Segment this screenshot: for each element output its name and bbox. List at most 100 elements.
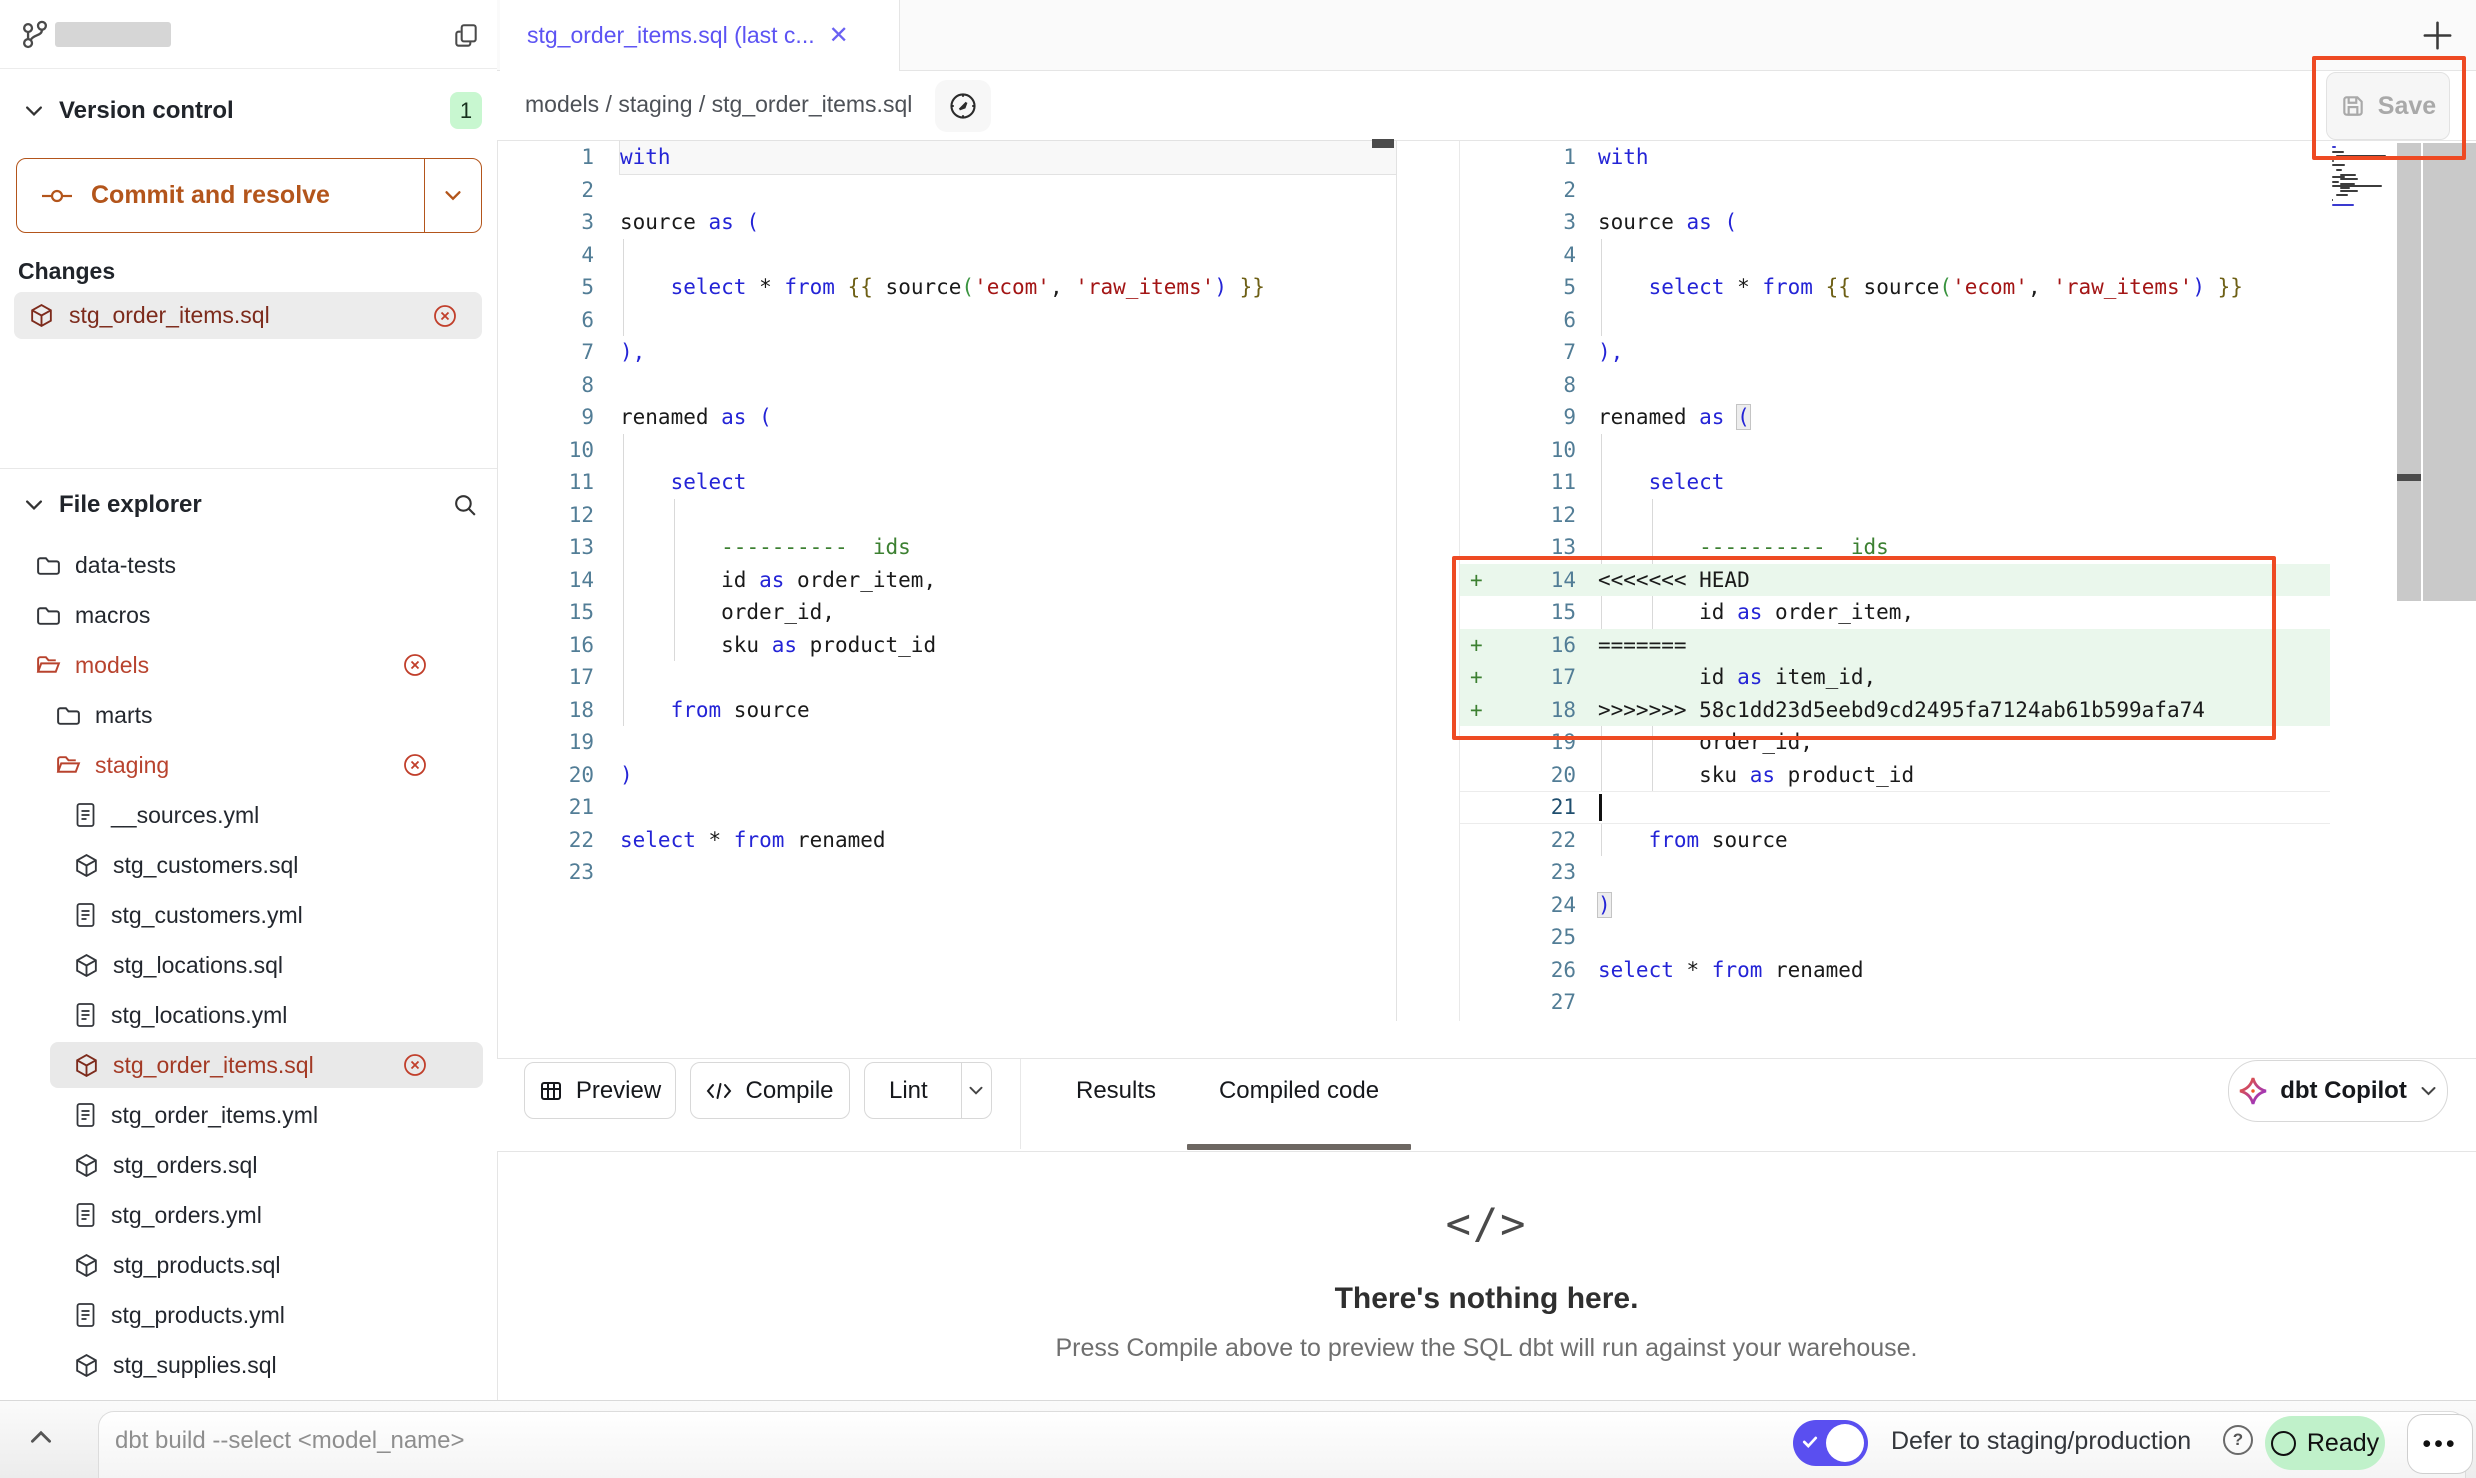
tab-stg-order-items[interactable]: stg_order_items.sql (last c... ✕ xyxy=(500,0,900,71)
minimap[interactable] xyxy=(2332,146,2394,256)
tab-compiled-code[interactable]: Compiled code xyxy=(1205,1062,1393,1119)
code-line-15[interactable]: 15 order_id, xyxy=(500,596,1396,629)
code-line-19[interactable]: 19 xyxy=(500,726,1396,759)
file-item-stg-order-items-sql[interactable]: stg_order_items.sql xyxy=(0,1040,497,1090)
conflict-x-icon[interactable] xyxy=(402,752,428,778)
file-item-stg-locations-yml[interactable]: stg_locations.yml xyxy=(0,990,497,1040)
code-line-3[interactable]: 3source as ( xyxy=(500,206,1396,239)
save-button[interactable]: Save xyxy=(2326,72,2450,140)
tab-results[interactable]: Results xyxy=(1064,1062,1168,1119)
dbt-copilot-button[interactable]: dbt Copilot xyxy=(2228,1060,2448,1122)
diff-pane-current[interactable]: 1with 2 3source as ( 4 5 select * from {… xyxy=(1460,141,2330,1019)
code-line-18[interactable]: +18>>>>>>> 58c1dd23d5eebd9cd2495fa7124ab… xyxy=(1460,694,2330,727)
code-line-21[interactable]: 21 xyxy=(500,791,1396,824)
code-line-18[interactable]: 18 from source xyxy=(500,694,1396,727)
code-line-9[interactable]: 9renamed as ( xyxy=(1460,401,2330,434)
file-item-stg-order-items-yml[interactable]: stg_order_items.yml xyxy=(0,1090,497,1140)
tab-close-icon[interactable]: ✕ xyxy=(829,21,849,50)
file-item-stg-orders-sql[interactable]: stg_orders.sql xyxy=(0,1140,497,1190)
search-icon[interactable] xyxy=(452,492,479,519)
code-line-2[interactable]: 2 xyxy=(500,174,1396,207)
changed-file-row[interactable]: stg_order_items.sql xyxy=(14,292,482,339)
code-line-20[interactable]: 20 sku as product_id xyxy=(1460,759,2330,792)
code-line-11[interactable]: 11 select xyxy=(1460,466,2330,499)
version-control-section-header[interactable]: Version control 1 xyxy=(0,88,497,134)
code-line-10[interactable]: 10 xyxy=(1460,434,2330,467)
new-tab-plus-icon[interactable] xyxy=(2421,19,2454,52)
code-line-23[interactable]: 23 xyxy=(500,856,1396,889)
file-item-stg-supplies-sql[interactable]: stg_supplies.sql xyxy=(0,1340,497,1390)
code-line-2[interactable]: 2 xyxy=(1460,174,2330,207)
code-line-20[interactable]: 20) xyxy=(500,759,1396,792)
code-line-11[interactable]: 11 select xyxy=(500,466,1396,499)
code-line-24[interactable]: 24) xyxy=(1460,889,2330,922)
code-line-13[interactable]: 13 ---------- ids xyxy=(500,531,1396,564)
file-item-stg-locations-sql[interactable]: stg_locations.sql xyxy=(0,940,497,990)
file-item-stg-customers-yml[interactable]: stg_customers.yml xyxy=(0,890,497,940)
code-line-9[interactable]: 9renamed as ( xyxy=(500,401,1396,434)
scrollbar-thumb[interactable] xyxy=(2397,474,2421,481)
code-line-4[interactable]: 4 xyxy=(1460,239,2330,272)
code-line-6[interactable]: 6 xyxy=(500,304,1396,337)
code-line-23[interactable]: 23 xyxy=(1460,856,2330,889)
code-line-7[interactable]: 7), xyxy=(500,336,1396,369)
lint-dropdown-chevron[interactable] xyxy=(961,1063,991,1118)
code-line-21[interactable]: 21 xyxy=(1460,791,2330,824)
copy-icon[interactable] xyxy=(452,22,480,50)
code-line-8[interactable]: 8 xyxy=(500,369,1396,402)
file-item-models[interactable]: models xyxy=(0,640,497,690)
code-line-1[interactable]: 1with xyxy=(1460,141,2330,174)
expand-panel-chevron-icon[interactable] xyxy=(28,1427,54,1447)
commit-and-resolve-button[interactable]: Commit and resolve xyxy=(16,158,482,233)
code-line-17[interactable]: 17 xyxy=(500,661,1396,694)
left-pane-scrollbar-thumb[interactable] xyxy=(1372,139,1394,148)
conflict-badge[interactable] xyxy=(402,652,428,678)
code-line-13[interactable]: 13 ---------- ids xyxy=(1460,531,2330,564)
file-item-stg-customers-sql[interactable]: stg_customers.sql xyxy=(0,840,497,890)
file-item--sources-yml[interactable]: __sources.yml xyxy=(0,790,497,840)
code-line-22[interactable]: 22 from source xyxy=(1460,824,2330,857)
file-explorer-section-header[interactable]: File explorer xyxy=(0,482,497,528)
code-line-5[interactable]: 5 select * from {{ source('ecom', 'raw_i… xyxy=(500,271,1396,304)
file-item-macros[interactable]: macros xyxy=(0,590,497,640)
code-line-4[interactable]: 4 xyxy=(500,239,1396,272)
file-item-staging[interactable]: staging xyxy=(0,740,497,790)
code-line-1[interactable]: 1with xyxy=(500,141,1396,174)
lint-button[interactable]: Lint xyxy=(864,1062,992,1119)
preview-button[interactable]: Preview xyxy=(524,1062,676,1119)
conflict-badge[interactable] xyxy=(402,1052,428,1078)
conflict-x-icon[interactable] xyxy=(402,1052,428,1078)
code-line-12[interactable]: 12 xyxy=(500,499,1396,532)
code-line-14[interactable]: 14 id as order_item, xyxy=(500,564,1396,597)
file-item-stg-products-yml[interactable]: stg_products.yml xyxy=(0,1290,497,1340)
code-line-27[interactable]: 27 xyxy=(1460,986,2330,1019)
code-line-15[interactable]: 15 id as order_item, xyxy=(1460,596,2330,629)
code-line-8[interactable]: 8 xyxy=(1460,369,2330,402)
defer-toggle[interactable] xyxy=(1793,1420,1868,1466)
file-item-data-tests[interactable]: data-tests xyxy=(0,540,497,590)
conflict-x-icon[interactable] xyxy=(402,652,428,678)
window-scrollbar[interactable] xyxy=(2423,143,2476,601)
code-line-25[interactable]: 25 xyxy=(1460,921,2330,954)
commit-dropdown-chevron[interactable] xyxy=(424,159,481,232)
code-line-14[interactable]: +14<<<<<<< HEAD xyxy=(1460,564,2330,597)
code-line-16[interactable]: 16 sku as product_id xyxy=(500,629,1396,662)
file-item-stg-orders-yml[interactable]: stg_orders.yml xyxy=(0,1190,497,1240)
code-line-22[interactable]: 22select * from renamed xyxy=(500,824,1396,857)
diff-pane-original[interactable]: 1with23source as (45 select * from {{ so… xyxy=(500,141,1396,889)
lineage-button[interactable] xyxy=(935,80,991,132)
code-line-19[interactable]: 19 order_id, xyxy=(1460,726,2330,759)
editor-scrollbar[interactable] xyxy=(2397,143,2421,601)
command-input[interactable]: dbt build --select <model_name> Defer to… xyxy=(98,1411,2466,1478)
file-item-stg-products-sql[interactable]: stg_products.sql xyxy=(0,1240,497,1290)
lint-label[interactable]: Lint xyxy=(865,1063,948,1118)
code-line-10[interactable]: 10 xyxy=(500,434,1396,467)
compile-button[interactable]: Compile xyxy=(690,1062,850,1119)
overflow-menu-button[interactable]: ••• xyxy=(2407,1414,2473,1474)
code-line-16[interactable]: +16======= xyxy=(1460,629,2330,662)
code-line-6[interactable]: 6 xyxy=(1460,304,2330,337)
file-item-marts[interactable]: marts xyxy=(0,690,497,740)
code-line-26[interactable]: 26select * from renamed xyxy=(1460,954,2330,987)
code-line-12[interactable]: 12 xyxy=(1460,499,2330,532)
code-line-7[interactable]: 7), xyxy=(1460,336,2330,369)
